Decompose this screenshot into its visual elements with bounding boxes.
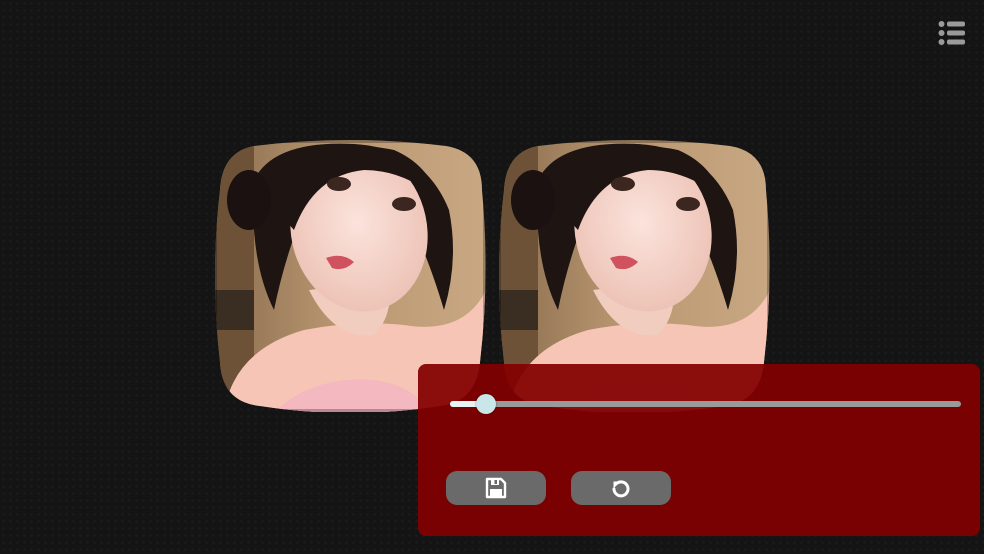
control-panel: [418, 364, 980, 536]
slider-track[interactable]: [450, 401, 961, 407]
rotate-ccw-icon: [612, 480, 630, 498]
vr-viewer-screen: [0, 0, 984, 554]
list-icon: [938, 21, 965, 45]
floppy-disk-icon: [485, 477, 507, 499]
menu-button[interactable]: [938, 20, 966, 46]
save-button[interactable]: [446, 471, 546, 505]
adjustment-slider[interactable]: [450, 394, 961, 414]
slider-thumb[interactable]: [476, 394, 496, 414]
reset-button[interactable]: [571, 471, 671, 505]
